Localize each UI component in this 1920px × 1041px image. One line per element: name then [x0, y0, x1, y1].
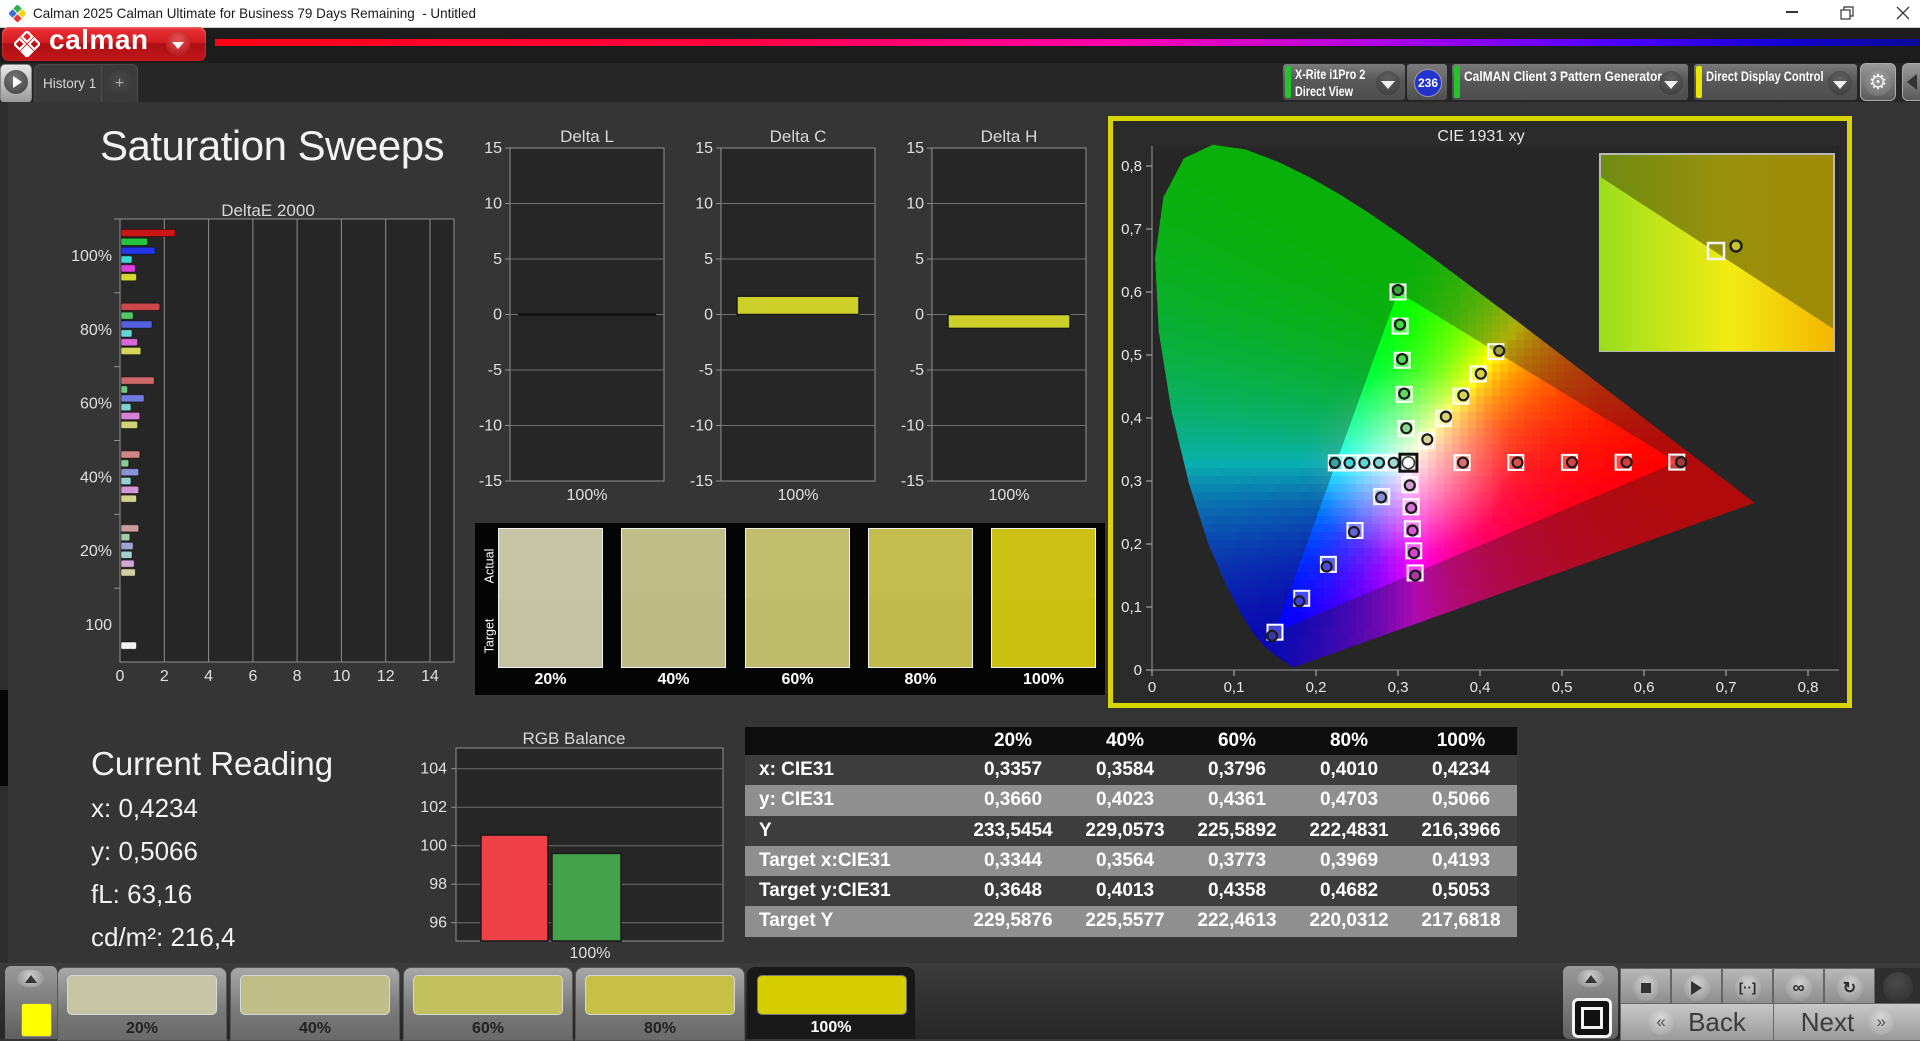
svg-text:6: 6 — [248, 668, 257, 685]
svg-text:0: 0 — [1148, 679, 1156, 696]
svg-text:-5: -5 — [910, 362, 924, 379]
svg-text:15: 15 — [484, 140, 502, 157]
svg-text:10: 10 — [333, 668, 351, 685]
svg-text:2: 2 — [160, 668, 169, 685]
svg-text:Delta L: Delta L — [560, 127, 614, 146]
svg-text:-10: -10 — [901, 418, 924, 435]
svg-text:15: 15 — [695, 140, 713, 157]
svg-text:0,1: 0,1 — [1121, 599, 1142, 616]
svg-text:-15: -15 — [690, 473, 713, 490]
svg-text:0,4: 0,4 — [1470, 679, 1491, 696]
svg-text:96: 96 — [429, 915, 447, 932]
svg-text:0,2: 0,2 — [1306, 679, 1327, 696]
svg-text:0: 0 — [704, 307, 713, 324]
svg-text:10: 10 — [906, 196, 924, 213]
svg-text:100%: 100% — [570, 945, 611, 962]
svg-text:0,6: 0,6 — [1634, 679, 1655, 696]
svg-text:14: 14 — [421, 668, 439, 685]
svg-text:CIE 1931 xy: CIE 1931 xy — [1437, 128, 1524, 145]
svg-text:12: 12 — [377, 668, 395, 685]
svg-text:0,3: 0,3 — [1388, 679, 1409, 696]
svg-text:8: 8 — [293, 668, 302, 685]
svg-text:0,8: 0,8 — [1121, 158, 1142, 175]
svg-text:-10: -10 — [690, 418, 713, 435]
svg-text:RGB Balance: RGB Balance — [523, 729, 626, 748]
svg-text:0,7: 0,7 — [1121, 221, 1142, 238]
svg-text:DeltaE 2000: DeltaE 2000 — [221, 201, 315, 220]
svg-text:-15: -15 — [479, 473, 502, 490]
svg-text:100%: 100% — [567, 487, 608, 504]
svg-text:0,4: 0,4 — [1121, 410, 1142, 427]
svg-text:100%: 100% — [989, 487, 1030, 504]
svg-text:0,7: 0,7 — [1716, 679, 1737, 696]
svg-text:-10: -10 — [479, 418, 502, 435]
svg-text:0,3: 0,3 — [1121, 473, 1142, 490]
svg-text:15: 15 — [906, 140, 924, 157]
svg-text:98: 98 — [429, 876, 447, 893]
svg-text:-15: -15 — [901, 473, 924, 490]
svg-text:Delta H: Delta H — [981, 127, 1038, 146]
svg-text:40%: 40% — [80, 469, 112, 486]
svg-text:5: 5 — [704, 251, 713, 268]
svg-text:60%: 60% — [80, 396, 112, 413]
svg-text:0,8: 0,8 — [1798, 679, 1819, 696]
svg-text:100: 100 — [85, 617, 112, 634]
svg-text:104: 104 — [420, 761, 447, 778]
svg-text:20%: 20% — [80, 543, 112, 560]
svg-text:4: 4 — [204, 668, 213, 685]
svg-text:0: 0 — [1134, 662, 1142, 679]
svg-text:0,6: 0,6 — [1121, 284, 1142, 301]
svg-text:100%: 100% — [71, 248, 112, 265]
svg-text:5: 5 — [493, 251, 502, 268]
svg-text:5: 5 — [915, 251, 924, 268]
svg-text:10: 10 — [695, 196, 713, 213]
svg-text:0: 0 — [116, 668, 125, 685]
svg-text:Delta C: Delta C — [770, 127, 827, 146]
svg-text:0,2: 0,2 — [1121, 536, 1142, 553]
svg-text:80%: 80% — [80, 322, 112, 339]
svg-text:100: 100 — [420, 838, 447, 855]
svg-text:0,5: 0,5 — [1121, 347, 1142, 364]
svg-text:0,5: 0,5 — [1552, 679, 1573, 696]
svg-text:-5: -5 — [488, 362, 502, 379]
svg-text:100%: 100% — [778, 487, 819, 504]
svg-text:0,1: 0,1 — [1224, 679, 1245, 696]
svg-text:10: 10 — [484, 196, 502, 213]
svg-text:102: 102 — [420, 799, 447, 816]
svg-text:0: 0 — [493, 307, 502, 324]
svg-text:-5: -5 — [699, 362, 713, 379]
svg-text:0: 0 — [915, 307, 924, 324]
